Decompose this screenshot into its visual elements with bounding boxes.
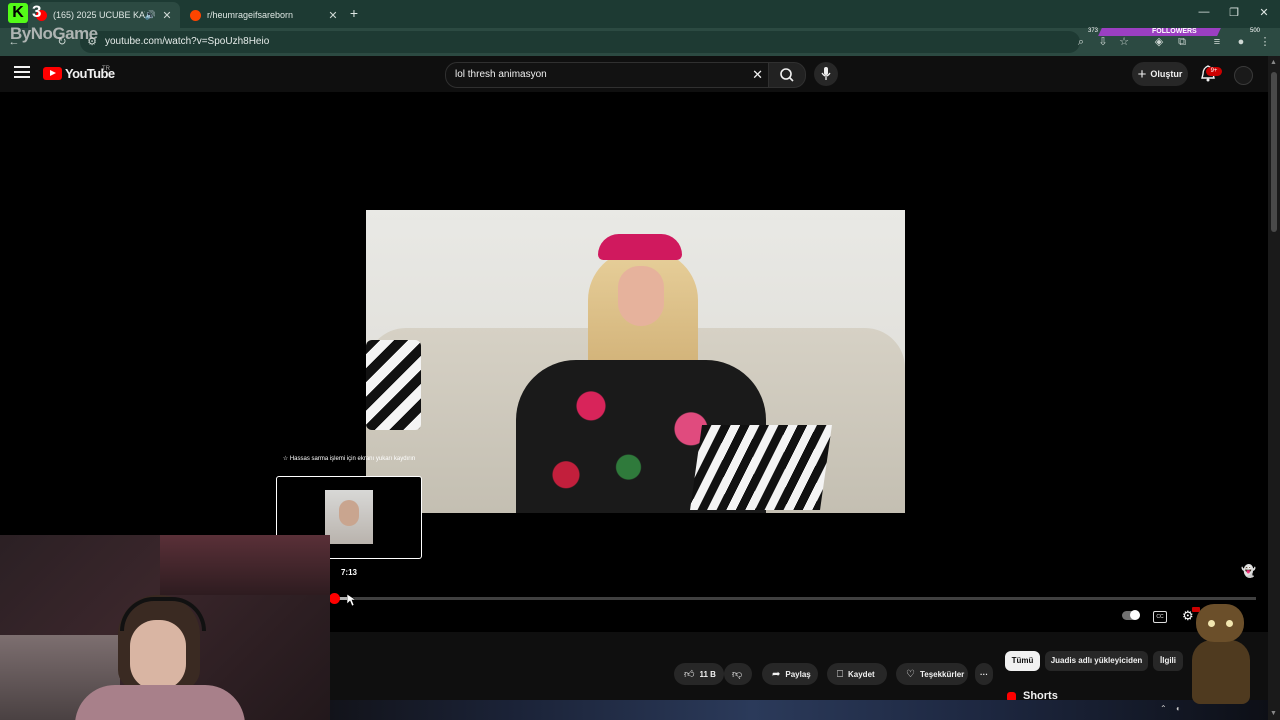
dislike-button[interactable]: 👎︎ (724, 663, 752, 685)
like-count: 11 B (699, 669, 716, 679)
more-actions-button[interactable]: ··· (975, 663, 993, 685)
plus-icon: + (1137, 65, 1147, 83)
chip-all[interactable]: Tümü (1005, 651, 1040, 671)
search-input[interactable]: lol thresh animasyon ✕ (445, 62, 769, 88)
chip-related[interactable]: İlgili (1153, 651, 1183, 671)
chip-from-uploader[interactable]: Juadis adlı yükleyiciden (1045, 651, 1148, 671)
microphone-icon (821, 67, 831, 80)
clear-search-icon[interactable]: ✕ (752, 67, 763, 83)
webcam-shelf (160, 535, 330, 595)
save-label: Kaydet (848, 669, 875, 679)
speaker-icon[interactable]: 🔊 (145, 10, 156, 21)
mascot-eye (1208, 620, 1215, 627)
reddit-favicon-icon (190, 9, 201, 21)
system-tray: ⌃ ◐ (1150, 702, 1268, 720)
video-flower-crown (598, 234, 682, 260)
next-video-thumbnail-strip[interactable] (330, 700, 1268, 720)
youtube-masthead: YouTube TR lol thresh animasyon ✕ + Oluş… (0, 56, 1268, 92)
bookmark-icon: ⎕ (837, 668, 843, 680)
video-person-face (618, 266, 664, 326)
share-arrow-icon: ➦ (772, 668, 781, 680)
account-avatar[interactable] (1234, 66, 1253, 85)
url-text: youtube.com/watch?v=SpoUzh8Heio (105, 36, 270, 47)
scroll-up-icon[interactable]: ▲ (1270, 59, 1277, 66)
create-label: Oluştur (1150, 69, 1183, 79)
zoom-icon[interactable]: ⌕ (1075, 36, 1087, 48)
tab-close-icon[interactable]: ✕ (326, 9, 340, 22)
tray-app-icon[interactable]: ◐ (1176, 704, 1181, 713)
share-label: Paylaş (785, 669, 811, 679)
address-bar[interactable]: ⚙ youtube.com/watch?v=SpoUzh8Heio (80, 31, 1080, 53)
mascot-eye (1226, 620, 1233, 627)
followers-current: 373 (1088, 28, 1099, 34)
mouse-cursor-icon (347, 594, 355, 606)
thanks-heart-icon: ♡ (906, 668, 915, 680)
webcam-person-shirt (75, 685, 245, 720)
progress-scrubber[interactable] (329, 593, 340, 604)
followers-goal: 500 (1250, 28, 1261, 34)
kick-count: 3 (32, 2, 42, 21)
autoplay-toggle[interactable] (1122, 610, 1140, 620)
create-button[interactable]: + Oluştur (1132, 62, 1188, 86)
video-pillow-left (366, 340, 421, 430)
page-scrollbar[interactable]: ▲ ▼ (1268, 56, 1280, 720)
ghost-icon: 👻 (1241, 564, 1256, 578)
followers-label: FOLLOWERS (1152, 28, 1197, 35)
thumbs-up-icon: 👍︎ (684, 669, 695, 680)
progress-bar[interactable] (334, 597, 1256, 600)
animatronic-mascot-overlay (1186, 604, 1256, 704)
scroll-down-icon[interactable]: ▼ (1270, 710, 1277, 717)
notification-count-badge: 9+ (1206, 67, 1222, 76)
hamburger-menu-icon[interactable] (14, 66, 30, 80)
new-tab-button[interactable]: + (346, 5, 362, 21)
thumbs-down-icon: 👎︎ (732, 669, 743, 680)
close-icon[interactable]: ✕ (1256, 6, 1272, 19)
search-query: lol thresh animasyon (455, 69, 547, 80)
tab-close-icon[interactable]: ✕ (160, 9, 174, 22)
minimize-icon[interactable]: — (1196, 6, 1212, 18)
thanks-label: Teşekkürler (919, 669, 965, 679)
like-button[interactable]: 👍︎ 11 B (674, 663, 724, 685)
search-button[interactable] (768, 62, 806, 88)
mascot-head (1196, 604, 1244, 642)
scroll-thumb[interactable] (1271, 72, 1277, 232)
tab-title: (165) 2025 UCUBE KATMAN (53, 10, 145, 20)
video-pillow-right (690, 425, 832, 510)
browser-tab-bar: (165) 2025 UCUBE KATMAN 🔊 ✕ r/heumrageif… (0, 0, 1280, 28)
youtube-play-icon (43, 67, 62, 80)
followers-goal-widget: 373 FOLLOWERS 500 (1088, 28, 1270, 38)
region-code: TR (102, 66, 110, 72)
save-button[interactable]: ⎕ Kaydet (827, 663, 887, 685)
subtitles-icon[interactable]: CC (1153, 611, 1167, 623)
tray-chevron-icon[interactable]: ⌃ (1160, 704, 1167, 713)
voice-search-button[interactable] (814, 62, 838, 86)
browser-tab-reddit[interactable]: r/heumrageifsareborn ✕ (182, 2, 346, 28)
restore-icon[interactable]: ❐ (1226, 6, 1242, 19)
share-button[interactable]: ➦ Paylaş (762, 663, 818, 685)
kick-logo: K (8, 3, 28, 23)
thanks-button[interactable]: ♡ Teşekkürler (896, 663, 968, 685)
video-frame[interactable] (366, 210, 905, 513)
tab-title: r/heumrageifsareborn (207, 10, 294, 20)
seek-tip-text: ☆ Hassas sarma işlemi için ekranı yukarı… (282, 456, 416, 462)
search-icon (780, 68, 794, 82)
preview-face-image (325, 490, 373, 544)
bynogame-logo: ByNoGame (10, 24, 98, 43)
mascot-body (1192, 640, 1250, 704)
streamer-webcam (0, 535, 330, 720)
